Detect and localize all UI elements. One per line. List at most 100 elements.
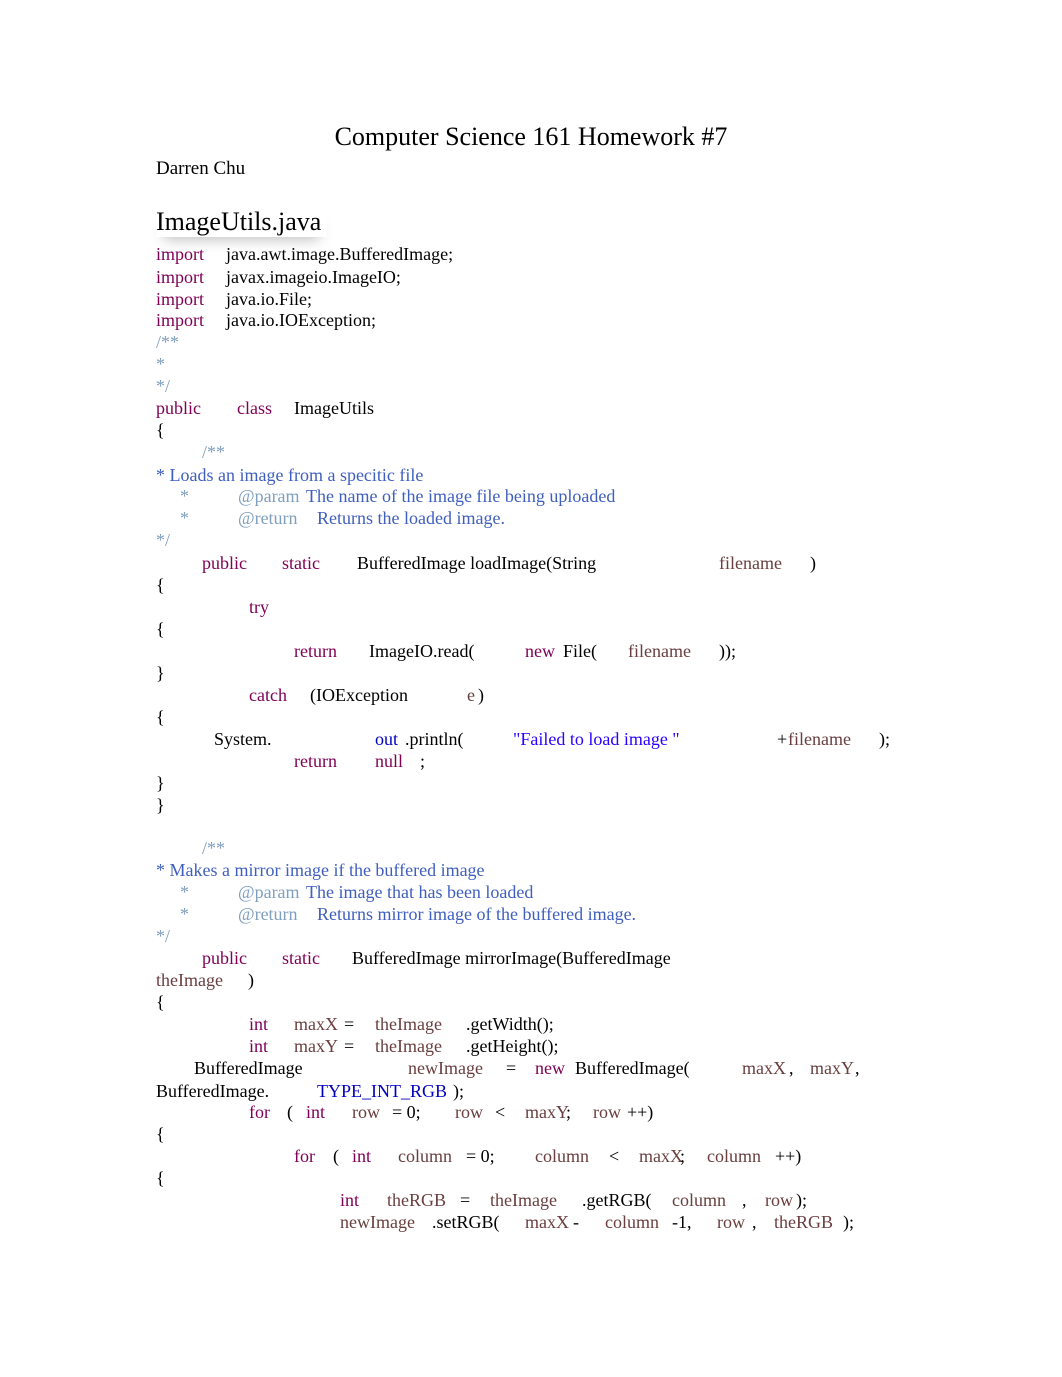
code-text: , bbox=[855, 1058, 860, 1078]
code-variable: maxX bbox=[294, 1014, 338, 1034]
code-variable: maxY bbox=[294, 1036, 338, 1056]
code-text: ( bbox=[333, 1146, 339, 1166]
code-text: .getRGB( bbox=[582, 1190, 652, 1210]
code-keyword: return bbox=[294, 641, 337, 661]
code-keyword: int bbox=[249, 1036, 269, 1056]
code-keyword: import bbox=[156, 244, 204, 264]
code-variable: column bbox=[707, 1146, 761, 1166]
code-keyword: import bbox=[156, 310, 204, 330]
author-name: Darren Chu bbox=[156, 158, 246, 179]
code-keyword: try bbox=[249, 597, 269, 617]
code-text: ; bbox=[680, 1146, 686, 1166]
code-text: = bbox=[460, 1190, 471, 1210]
code-keyword: for bbox=[249, 1102, 270, 1122]
code-text: < bbox=[609, 1146, 620, 1166]
code-keyword: public bbox=[202, 948, 247, 968]
code-variable: column bbox=[535, 1146, 589, 1166]
code-text: ) bbox=[810, 553, 816, 573]
code-text: } bbox=[156, 795, 165, 815]
document-page: Computer Science 161 Homework #7 Darren … bbox=[0, 0, 1062, 1377]
code-text: BufferedImage. bbox=[156, 1081, 270, 1101]
code-text: -1, bbox=[672, 1212, 692, 1232]
code-keyword: catch bbox=[249, 685, 287, 705]
code-comment: Returns mirror image of the buffered ima… bbox=[317, 904, 637, 924]
code-text: < bbox=[495, 1102, 506, 1122]
code-keyword: import bbox=[156, 267, 204, 287]
code-variable: filename bbox=[788, 729, 851, 749]
code-text: { bbox=[156, 707, 165, 727]
code-text: java.awt.image.BufferedImage; bbox=[226, 244, 454, 264]
code-text: File( bbox=[563, 641, 597, 661]
code-text: { bbox=[156, 1168, 165, 1188]
code-text: )); bbox=[719, 641, 736, 661]
code-text: { bbox=[156, 420, 165, 440]
code-text: ImageIO.read( bbox=[369, 641, 475, 661]
code-text: ); bbox=[796, 1190, 807, 1210]
code-text: ) bbox=[478, 685, 484, 705]
code-variable: row bbox=[593, 1102, 621, 1122]
code-keyword: import bbox=[156, 289, 204, 309]
code-variable: theImage bbox=[375, 1014, 442, 1034]
code-text: { bbox=[156, 992, 165, 1012]
code-text: BufferedImage bbox=[194, 1058, 303, 1078]
code-variable: row bbox=[765, 1190, 793, 1210]
code-text: } bbox=[156, 663, 165, 683]
code-variable: row bbox=[352, 1102, 380, 1122]
code-variable: row bbox=[455, 1102, 483, 1122]
code-variable: maxY bbox=[810, 1058, 854, 1078]
code-comment: The name of the image file being uploade… bbox=[306, 486, 616, 506]
code-text: = 0; bbox=[466, 1146, 495, 1166]
code-text: { bbox=[156, 575, 165, 595]
code-variable: newImage bbox=[340, 1212, 415, 1232]
code-doc-marker: @param bbox=[238, 486, 300, 506]
code-text: java.io.File; bbox=[226, 289, 312, 309]
code-text: BufferedImage mirrorImage(BufferedImage bbox=[352, 948, 671, 968]
file-heading: ImageUtils.java bbox=[156, 207, 327, 237]
code-doc-marker: * bbox=[180, 486, 189, 506]
code-text: (IOException bbox=[310, 685, 408, 705]
code-text: ); bbox=[843, 1212, 854, 1232]
code-variable: filename bbox=[719, 553, 782, 573]
code-text: + bbox=[777, 729, 788, 749]
code-doc-marker: */ bbox=[156, 376, 171, 396]
code-keyword: int bbox=[249, 1014, 269, 1034]
code-field: TYPE_INT_RGB bbox=[317, 1081, 447, 1101]
code-variable: maxX bbox=[742, 1058, 786, 1078]
code-variable: e bbox=[467, 685, 475, 705]
code-keyword: public bbox=[202, 553, 247, 573]
code-variable: theRGB bbox=[387, 1190, 447, 1210]
code-text: BufferedImage loadImage(String bbox=[357, 553, 597, 573]
code-keyword: null bbox=[375, 751, 404, 771]
code-doc-marker: /** bbox=[202, 838, 226, 858]
code-keyword: return bbox=[294, 751, 337, 771]
code-text: = bbox=[344, 1036, 355, 1056]
code-comment: * Loads an image from a specitic file bbox=[156, 465, 424, 485]
code-text: ) bbox=[248, 970, 254, 990]
code-keyword: public bbox=[156, 398, 201, 418]
code-variable: maxY bbox=[525, 1102, 569, 1122]
code-text: .getWidth(); bbox=[466, 1014, 554, 1034]
code-text: ++) bbox=[775, 1146, 802, 1166]
code-variable: filename bbox=[628, 641, 691, 661]
code-text: System. bbox=[214, 729, 272, 749]
code-doc-marker: */ bbox=[156, 530, 171, 550]
code-text: BufferedImage( bbox=[575, 1058, 690, 1078]
code-text: ++) bbox=[627, 1102, 654, 1122]
code-variable: newImage bbox=[408, 1058, 483, 1078]
code-variable: column bbox=[672, 1190, 726, 1210]
code-comment: Returns the loaded image. bbox=[317, 508, 505, 528]
code-text: ; bbox=[566, 1102, 572, 1122]
code-keyword: new bbox=[535, 1058, 565, 1078]
code-text: { bbox=[156, 619, 165, 639]
code-variable: theRGB bbox=[774, 1212, 834, 1232]
code-doc-marker: @return bbox=[238, 508, 298, 528]
code-variable: column bbox=[398, 1146, 452, 1166]
code-text: ; bbox=[420, 751, 426, 771]
code-field: out bbox=[375, 729, 399, 749]
code-text: .println( bbox=[405, 729, 464, 749]
code-doc-marker: @return bbox=[238, 904, 298, 924]
code-text: } bbox=[156, 773, 165, 793]
code-text: ); bbox=[453, 1081, 464, 1101]
code-text: = bbox=[506, 1058, 517, 1078]
code-variable: theImage bbox=[375, 1036, 442, 1056]
